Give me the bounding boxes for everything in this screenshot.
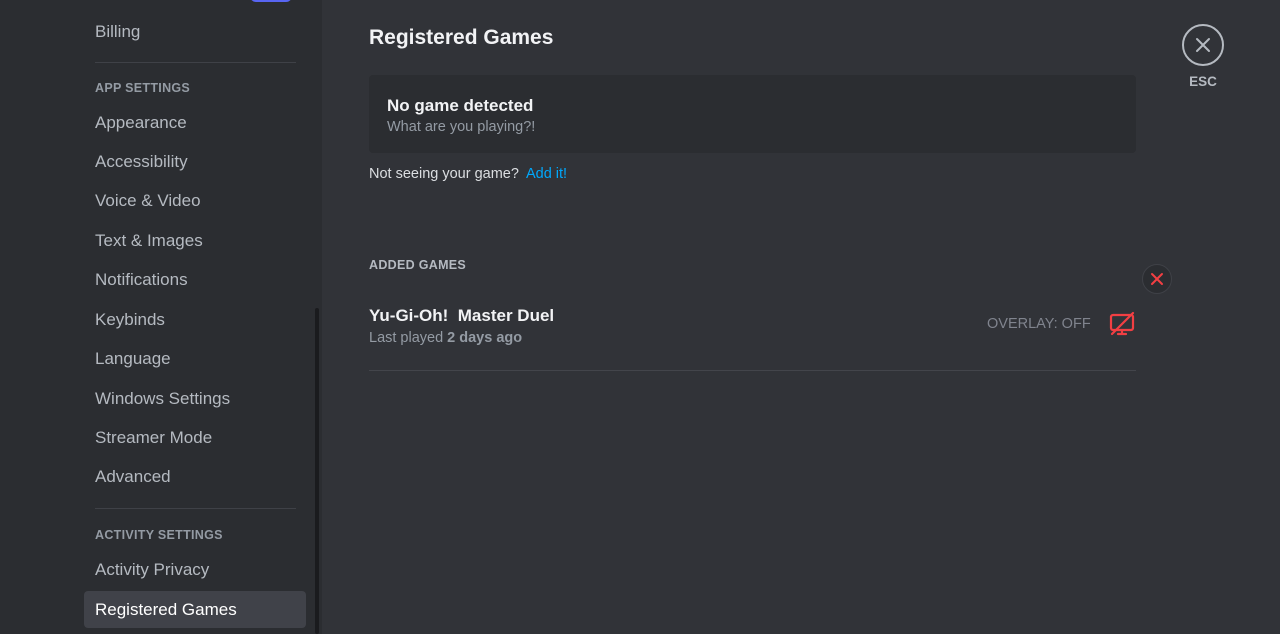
sidebar-item-billing[interactable]: Billing xyxy=(84,13,306,50)
not-seeing-label: Not seeing your game? xyxy=(369,166,519,182)
sidebar-header-activity-settings: ACTIVITY SETTINGS xyxy=(95,528,223,542)
detection-status-subtitle: What are you playing?! xyxy=(387,119,536,135)
add-game-link[interactable]: Add it! xyxy=(526,166,567,182)
game-detection-panel: No game detected What are you playing?! xyxy=(369,75,1136,153)
sidebar-item-accessibility[interactable]: Accessibility xyxy=(84,143,306,180)
page-title: Registered Games xyxy=(369,26,554,49)
sidebar-item-advanced[interactable]: Advanced xyxy=(84,458,306,495)
last-played-label: Last played xyxy=(369,330,444,346)
sidebar-item-language[interactable]: Language xyxy=(84,340,306,377)
sidebar-scrollbar[interactable] xyxy=(315,308,319,634)
overlay-off-icon xyxy=(1109,311,1135,336)
sidebar-item-activity-privacy[interactable]: Activity Privacy xyxy=(84,551,306,588)
sidebar-item-text-images[interactable]: Text & Images xyxy=(84,222,306,259)
overlay-status: OVERLAY: OFF xyxy=(987,316,1091,332)
sidebar-item-streamer-mode[interactable]: Streamer Mode xyxy=(84,419,306,456)
sidebar-item-registered-games[interactable]: Registered Games xyxy=(84,591,306,628)
main-content: Registered Games No game detected What a… xyxy=(322,0,1280,634)
close-settings-button[interactable] xyxy=(1182,24,1224,66)
not-seeing-game-text: Not seeing your game? Add it! xyxy=(369,166,567,182)
sidebar-header-app-settings: APP SETTINGS xyxy=(95,81,191,95)
sidebar-item-windows-settings[interactable]: Windows Settings xyxy=(84,380,306,417)
close-icon xyxy=(1151,273,1163,285)
remove-game-button[interactable] xyxy=(1142,264,1172,294)
last-played-time: 2 days ago xyxy=(447,330,523,346)
sidebar-item-notifications[interactable]: Notifications xyxy=(84,261,306,298)
sidebar-divider xyxy=(95,508,296,509)
settings-window: Billing APP SETTINGS Appearance Accessib… xyxy=(0,0,1280,634)
added-games-header: ADDED GAMES xyxy=(369,258,467,272)
game-row: Yu-Gi-Oh! Master Duel Last played 2 days … xyxy=(369,296,1136,371)
game-name: Yu-Gi-Oh! Master Duel xyxy=(369,306,555,325)
close-icon xyxy=(1196,38,1210,52)
sidebar-item-voice-video[interactable]: Voice & Video xyxy=(84,182,306,219)
new-badge xyxy=(250,0,292,2)
game-last-played: Last played 2 days ago xyxy=(369,330,522,346)
detection-status-title: No game detected xyxy=(387,96,534,115)
sidebar-item-keybinds[interactable]: Keybinds xyxy=(84,301,306,338)
sidebar-divider xyxy=(95,62,296,63)
sidebar-item-appearance[interactable]: Appearance xyxy=(84,104,306,141)
esc-label: ESC xyxy=(1189,74,1217,89)
overlay-toggle-button[interactable] xyxy=(1108,310,1136,338)
settings-sidebar: Billing APP SETTINGS Appearance Accessib… xyxy=(0,0,322,634)
